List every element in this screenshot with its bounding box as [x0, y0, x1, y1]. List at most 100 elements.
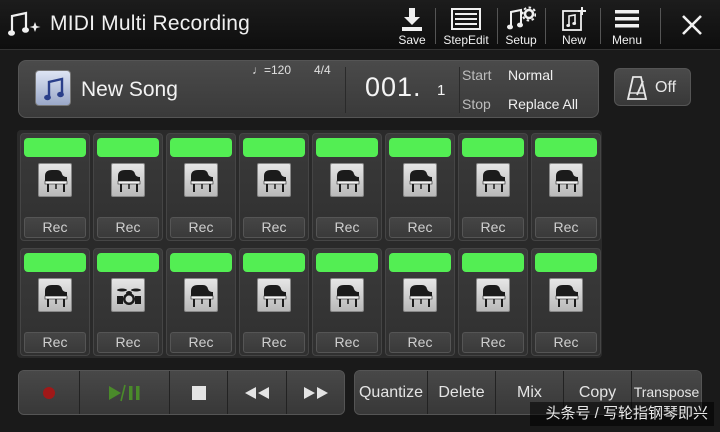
channel-on-indicator[interactable] — [535, 138, 597, 157]
rec-button[interactable]: Rec — [535, 217, 597, 238]
measure-counter[interactable]: 001. — [365, 72, 422, 103]
channel-on-indicator[interactable] — [243, 253, 305, 272]
rec-button[interactable]: Rec — [243, 332, 305, 353]
grand-piano-icon — [336, 170, 360, 192]
toolbar-divider — [497, 8, 498, 44]
channel-strip-4: Rec — [239, 133, 309, 241]
voice-select-button[interactable] — [111, 278, 145, 312]
voice-select-button[interactable] — [257, 163, 291, 197]
watermark-caption: 头条号 / 写轮指钢琴即兴 — [530, 402, 714, 426]
beat-counter: 1 — [437, 82, 446, 99]
rec-button[interactable]: Rec — [535, 332, 597, 353]
voice-select-button[interactable] — [476, 163, 510, 197]
play-pause-button[interactable] — [80, 371, 169, 414]
rec-button[interactable]: Rec — [24, 332, 86, 353]
voice-select-button[interactable] — [111, 163, 145, 197]
rec-button[interactable]: Rec — [389, 332, 451, 353]
hamburger-menu-icon — [615, 10, 639, 28]
channel-on-indicator[interactable] — [97, 253, 159, 272]
stop-label: Stop — [462, 96, 491, 112]
rec-button[interactable]: Rec — [389, 217, 451, 238]
save-button[interactable]: Save — [393, 4, 431, 48]
transport-controls — [18, 370, 345, 415]
voice-select-button[interactable] — [549, 278, 583, 312]
channel-strip-6: Rec — [385, 133, 455, 241]
voice-select-button[interactable] — [184, 278, 218, 312]
stepedit-label: StepEdit — [443, 33, 489, 47]
rec-button[interactable]: Rec — [170, 332, 232, 353]
channel-on-indicator[interactable] — [243, 138, 305, 157]
toolbar-divider — [660, 8, 661, 44]
channel-on-indicator[interactable] — [170, 253, 232, 272]
voice-select-button[interactable] — [403, 163, 437, 197]
stop-button[interactable] — [170, 371, 227, 414]
channel-on-indicator[interactable] — [389, 253, 451, 272]
panel-divider — [459, 67, 460, 113]
grand-piano-icon — [190, 285, 214, 307]
channel-strip-12: Rec — [239, 248, 309, 356]
song-file-icon[interactable] — [35, 70, 71, 106]
voice-select-button[interactable] — [330, 163, 364, 197]
channel-on-indicator[interactable] — [462, 253, 524, 272]
voice-select-button[interactable] — [549, 163, 583, 197]
channel-on-indicator[interactable] — [97, 138, 159, 157]
rec-button[interactable]: Rec — [243, 217, 305, 238]
record-icon — [43, 386, 55, 399]
stop-mode-value[interactable]: Replace All — [508, 96, 578, 112]
channel-grid: Rec Rec Rec Rec Rec Rec Rec Rec Rec Rec Rec Rec Rec R… — [17, 130, 602, 358]
channel-on-indicator[interactable] — [316, 138, 378, 157]
grand-piano-icon — [117, 170, 141, 192]
rec-button[interactable]: Rec — [97, 217, 159, 238]
channel-on-indicator[interactable] — [316, 253, 378, 272]
fast-forward-button[interactable] — [287, 371, 344, 414]
voice-select-button[interactable] — [257, 278, 291, 312]
channel-on-indicator[interactable] — [170, 138, 232, 157]
rec-button[interactable]: Rec — [24, 217, 86, 238]
channel-strip-8: Rec — [531, 133, 601, 241]
rec-button[interactable]: Rec — [170, 217, 232, 238]
new-button[interactable]: New — [555, 4, 593, 48]
metronome-button[interactable]: Off — [614, 68, 691, 106]
voice-select-button[interactable] — [330, 278, 364, 312]
start-label: Start — [462, 67, 492, 83]
voice-select-button[interactable] — [476, 278, 510, 312]
voice-select-button[interactable] — [38, 278, 72, 312]
tempo-display[interactable]: ♩=120 — [252, 63, 291, 77]
note-gear-icon — [507, 6, 536, 30]
rec-button[interactable]: Rec — [462, 332, 524, 353]
grand-piano-icon — [336, 285, 360, 307]
grand-piano-icon — [482, 285, 506, 307]
rec-button[interactable]: Rec — [316, 332, 378, 353]
list-edit-icon — [451, 8, 481, 30]
toolbar-divider — [545, 8, 546, 44]
channel-on-indicator[interactable] — [535, 253, 597, 272]
menu-button[interactable]: Menu — [608, 4, 646, 48]
rec-button[interactable]: Rec — [316, 217, 378, 238]
delete-button[interactable]: Delete — [428, 371, 495, 414]
setup-button[interactable]: Setup — [501, 4, 541, 48]
channel-on-indicator[interactable] — [24, 138, 86, 157]
voice-select-button[interactable] — [38, 163, 72, 197]
rewind-button[interactable] — [228, 371, 286, 414]
record-button[interactable] — [19, 371, 79, 414]
channel-strip-11: Rec — [166, 248, 236, 356]
song-name[interactable]: New Song — [81, 78, 178, 102]
channel-strip-1: Rec — [20, 133, 90, 241]
start-mode-value[interactable]: Normal — [508, 67, 553, 83]
rec-button[interactable]: Rec — [97, 332, 159, 353]
voice-select-button[interactable] — [184, 163, 218, 197]
close-icon — [682, 15, 702, 35]
channel-on-indicator[interactable] — [389, 138, 451, 157]
quantize-button[interactable]: Quantize — [355, 371, 427, 414]
channel-on-indicator[interactable] — [462, 138, 524, 157]
rec-button[interactable]: Rec — [462, 217, 524, 238]
channel-on-indicator[interactable] — [24, 253, 86, 272]
save-icon — [402, 8, 422, 31]
voice-select-button[interactable] — [403, 278, 437, 312]
grand-piano-icon — [263, 285, 287, 307]
time-signature: 4/4 — [314, 63, 331, 77]
stepedit-button[interactable]: StepEdit — [440, 4, 492, 48]
close-button[interactable] — [672, 8, 712, 44]
app-title: MIDI Multi Recording — [50, 12, 251, 35]
channel-strip-15: Rec — [458, 248, 528, 356]
